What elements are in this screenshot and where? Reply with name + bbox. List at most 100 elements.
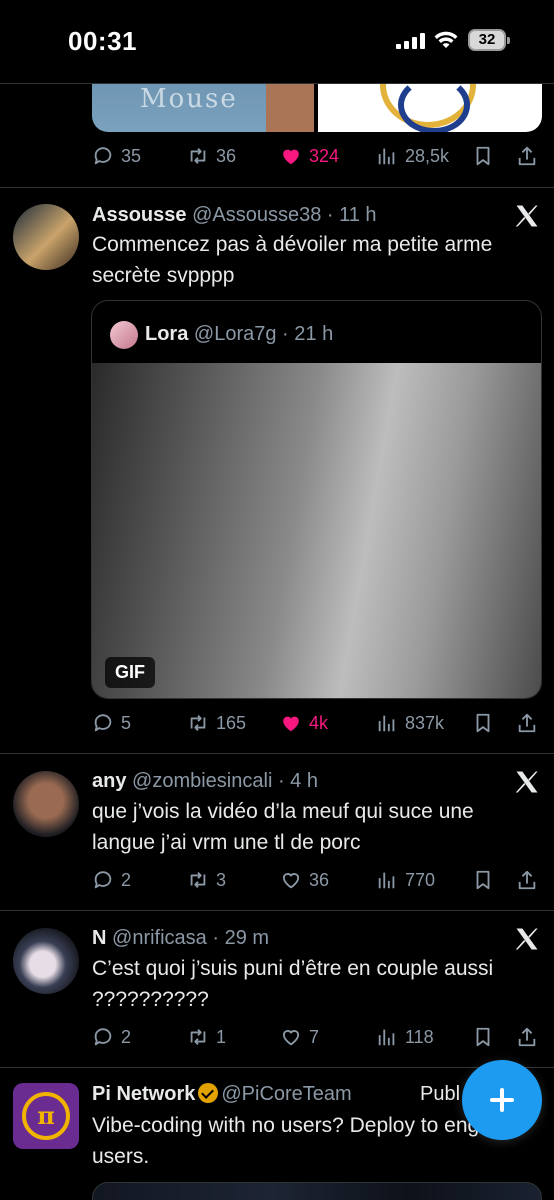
promoted-label: Publ [420, 1083, 461, 1105]
reply-button[interactable]: 2 [92, 1022, 131, 1052]
bookmark-icon [476, 713, 490, 733]
share-button[interactable] [516, 1022, 538, 1052]
bookmark-button[interactable] [472, 865, 494, 895]
football-crest-image [380, 84, 476, 132]
divider [0, 187, 554, 188]
repost-count: 3 [216, 869, 227, 890]
heart-icon [282, 873, 300, 889]
share-button[interactable] [516, 141, 538, 171]
quote-timestamp: 21 h [294, 323, 334, 345]
views-button[interactable]: 837k [376, 708, 444, 738]
views-icon [378, 1029, 395, 1046]
quote-header: Lora @Lora7g · 21 h [145, 323, 334, 345]
views-count: 118 [405, 1026, 434, 1047]
compose-button[interactable] [462, 1060, 542, 1140]
share-button[interactable] [516, 865, 538, 895]
media-photo-left[interactable]: Mouse [92, 84, 314, 132]
avatar[interactable] [13, 771, 79, 837]
divider [0, 910, 554, 911]
divider [0, 753, 554, 754]
share-button[interactable] [516, 708, 538, 738]
quoted-tweet[interactable]: Lora @Lora7g · 21 h GIF [91, 300, 542, 699]
display-name[interactable]: Pi Network [92, 1083, 195, 1105]
like-button[interactable]: 4k [280, 708, 328, 738]
handle[interactable]: @nrificasa [112, 927, 207, 949]
handle[interactable]: @Assousse38 [192, 204, 321, 226]
views-count: 770 [405, 869, 436, 890]
tweet-text: C’est quoi j’suis puni d’être en couple … [92, 957, 494, 1011]
views-icon [378, 872, 395, 889]
bookmark-icon [476, 146, 490, 166]
tweet-actions: 2 1 7 118 [92, 1022, 540, 1052]
display-name[interactable]: any [92, 770, 126, 792]
handle[interactable]: @zombiesincali [132, 770, 272, 792]
views-count: 837k [405, 712, 445, 733]
repost-icon [190, 1029, 206, 1045]
shirt-print-text: Mouse [140, 84, 238, 114]
reply-icon [94, 714, 112, 732]
tweet-header: any @zombiesincali · 4 h [92, 770, 318, 792]
heart-filled-icon [283, 716, 299, 732]
status-time: 00:31 [68, 26, 137, 56]
reply-button[interactable]: 5 [92, 708, 131, 738]
reply-count: 5 [121, 712, 132, 733]
timestamp: 29 m [224, 927, 270, 949]
bookmark-button[interactable] [472, 141, 494, 171]
tweet-text: que j’vois la vidéo d’la meuf qui suce u… [92, 800, 474, 854]
repost-count: 165 [216, 712, 247, 733]
previous-tweet-media[interactable]: Mouse [92, 84, 542, 132]
like-button[interactable]: 7 [280, 1022, 319, 1052]
views-button[interactable]: 770 [376, 865, 435, 895]
display-name[interactable]: Assousse [92, 204, 187, 226]
views-button[interactable]: 118 [376, 1022, 434, 1052]
bookmark-button[interactable] [472, 708, 494, 738]
views-count: 28,5k [405, 145, 450, 166]
pi-logo: π [22, 1092, 70, 1140]
avatar[interactable] [13, 928, 79, 994]
reply-button[interactable]: 35 [92, 141, 141, 171]
reply-icon [94, 871, 112, 889]
reply-count: 2 [121, 869, 132, 890]
x-logo-icon [515, 205, 538, 227]
bookmark-icon [476, 1027, 490, 1047]
ad-media[interactable] [92, 1182, 542, 1200]
tweet-header: N @nrificasa · 29 m [92, 927, 270, 949]
handle[interactable]: @PiCoreTeam [221, 1083, 351, 1105]
gif-media[interactable]: GIF [92, 363, 541, 698]
share-icon [518, 1027, 536, 1047]
avatar[interactable]: π [13, 1083, 79, 1149]
like-button[interactable]: 36 [280, 865, 329, 895]
media-photo-right[interactable] [318, 84, 542, 132]
like-count: 324 [309, 145, 340, 166]
like-button[interactable]: 324 [280, 141, 339, 171]
tweet-text: Commencez pas à dévoiler ma petite arme … [92, 233, 493, 287]
quote-avatar [110, 321, 138, 349]
avatar[interactable] [13, 204, 79, 270]
views-button[interactable]: 28,5k [376, 141, 449, 171]
display-name[interactable]: N [92, 927, 106, 949]
repost-button[interactable]: 165 [187, 708, 246, 738]
timestamp: 4 h [290, 770, 318, 792]
reply-icon [94, 147, 112, 165]
repost-icon [190, 872, 206, 888]
bookmark-button[interactable] [472, 1022, 494, 1052]
cellular-signal-icon [396, 33, 426, 49]
status-bar: 00:31 32 [0, 0, 554, 84]
reply-button[interactable]: 2 [92, 865, 131, 895]
repost-button[interactable]: 3 [187, 865, 226, 895]
repost-icon [190, 715, 206, 731]
heart-filled-icon [283, 149, 299, 165]
reply-count: 35 [121, 145, 142, 166]
battery-indicator: 32 [468, 29, 510, 51]
repost-button[interactable]: 36 [187, 141, 236, 171]
share-icon [518, 713, 536, 733]
timestamp: 11 h [339, 204, 377, 226]
wifi-icon [434, 31, 458, 48]
tweet-actions: 2 3 36 770 [92, 865, 540, 895]
repost-button[interactable]: 1 [187, 1022, 226, 1052]
like-count: 4k [309, 712, 329, 733]
like-count: 36 [309, 869, 330, 890]
tweet-actions: 5 165 4k 837k [92, 708, 540, 738]
previous-tweet-actions: 35 36 324 28,5k [92, 141, 540, 171]
heart-icon [282, 1030, 300, 1046]
